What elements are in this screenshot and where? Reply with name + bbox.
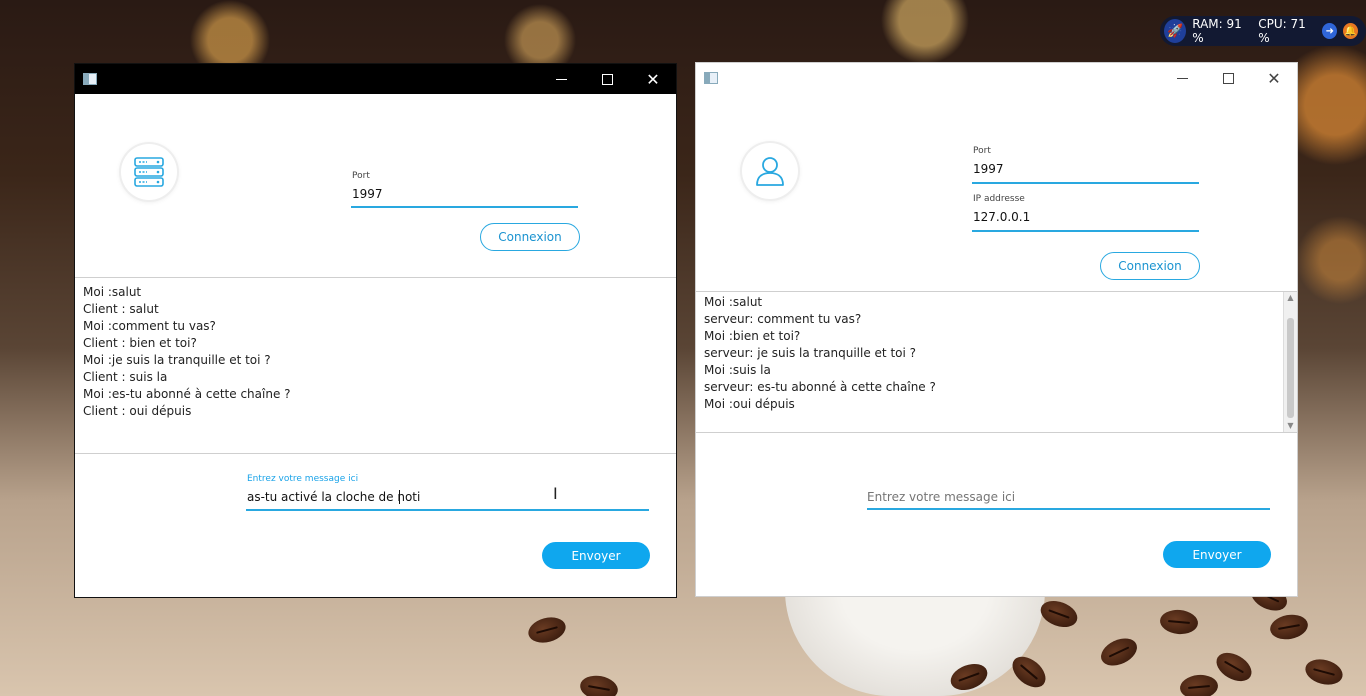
close-icon: ✕ [1267,68,1281,88]
port-label: Port [352,171,370,181]
message: Moi :salut [83,285,142,299]
send-button[interactable]: Envoyer [1163,541,1271,568]
message-input-label: Entrez votre message ici [247,474,359,484]
coffee-bean [1211,647,1257,687]
message: Client : oui dépuis [83,404,192,418]
minimize-button[interactable] [538,64,584,94]
coffee-bean [1096,633,1142,671]
coffee-bean [525,613,569,647]
title-bar[interactable]: ✕ [75,64,676,94]
minimize-icon [1176,77,1188,79]
port-underline [972,182,1199,184]
message: Client : suis la [83,370,168,384]
port-input[interactable]: 1997 [352,187,383,201]
message: Moi :suis la [704,363,771,377]
server-avatar [121,144,177,200]
port-input[interactable]: 1997 [973,162,1004,176]
ram-usage: RAM: 91 % [1192,17,1242,45]
connect-button[interactable]: Connexion [480,223,580,251]
message-list: Moi :salut serveur: comment tu vas? Moi … [704,294,1289,413]
minimize-button[interactable] [1159,63,1205,93]
chat-scrollbar[interactable]: ▲ ▼ [1283,292,1297,432]
message: Moi :salut [704,295,763,309]
maximize-icon [601,73,613,85]
message-input[interactable] [867,487,1270,507]
coffee-bean [578,672,620,696]
message: serveur: je suis la tranquille et toi ? [704,346,917,360]
scroll-thumb[interactable] [1287,318,1294,418]
arrow-right-icon[interactable]: ➜ [1322,23,1338,39]
message-underline [246,509,649,511]
cpu-usage: CPU: 71 % [1258,17,1306,45]
scroll-down-icon[interactable]: ▼ [1284,420,1297,432]
message: Moi :bien et toi? [704,329,801,343]
port-label: Port [973,146,991,156]
app-icon [83,73,97,85]
message: Moi :es-tu abonné à cette chaîne ? [83,387,291,401]
coffee-cup [785,590,1045,696]
maximize-button[interactable] [1205,63,1251,93]
close-icon: ✕ [646,69,660,89]
message: Moi :oui dépuis [704,397,795,411]
coffee-bean [1179,673,1219,696]
app-icon [704,72,718,84]
coffee-bean [1159,608,1199,636]
message: Client : salut [83,302,159,316]
minimize-icon [555,78,567,80]
system-monitor-widget[interactable]: 🚀 RAM: 91 % CPU: 71 % ➜ 🔔 [1160,16,1366,46]
title-bar[interactable]: ✕ [696,63,1297,93]
bell-icon[interactable]: 🔔 [1343,23,1359,39]
message-input[interactable]: as-tu activé la cloche de noti [247,490,420,504]
user-icon [756,157,784,186]
client-avatar [742,143,798,199]
coffee-bean [1268,611,1310,643]
send-button[interactable]: Envoyer [542,542,650,569]
close-button[interactable]: ✕ [1251,63,1297,93]
mouse-cursor: I [553,484,558,503]
coffee-bean [1302,655,1346,689]
chat-area[interactable]: Moi :salut Client : salut Moi :comment t… [75,277,676,454]
server-window: ✕ Port 1997 Connexion Moi :salut Client … [75,64,676,597]
close-button[interactable]: ✕ [630,64,676,94]
chat-area[interactable]: Moi :salut serveur: comment tu vas? Moi … [696,291,1297,433]
scroll-up-icon[interactable]: ▲ [1284,292,1297,304]
rocket-icon: 🚀 [1164,19,1187,43]
ip-input[interactable]: 127.0.0.1 [973,210,1030,224]
text-caret [399,490,400,504]
message: serveur: comment tu vas? [704,312,862,326]
message: Client : bien et toi? [83,336,197,350]
ip-underline [972,230,1199,232]
port-underline [351,206,578,208]
message-list: Moi :salut Client : salut Moi :comment t… [83,284,668,420]
connect-button[interactable]: Connexion [1100,252,1200,280]
maximize-button[interactable] [584,64,630,94]
ip-label: IP addresse [973,194,1025,204]
message-underline [867,508,1270,510]
message: serveur: es-tu abonné à cette chaîne ? [704,380,936,394]
message: Moi :comment tu vas? [83,319,216,333]
maximize-icon [1222,72,1234,84]
message: Moi :je suis la tranquille et toi ? [83,353,271,367]
client-window: ✕ Port 1997 IP addresse 127.0.0.1 Connex… [696,63,1297,596]
server-icon [134,157,164,187]
